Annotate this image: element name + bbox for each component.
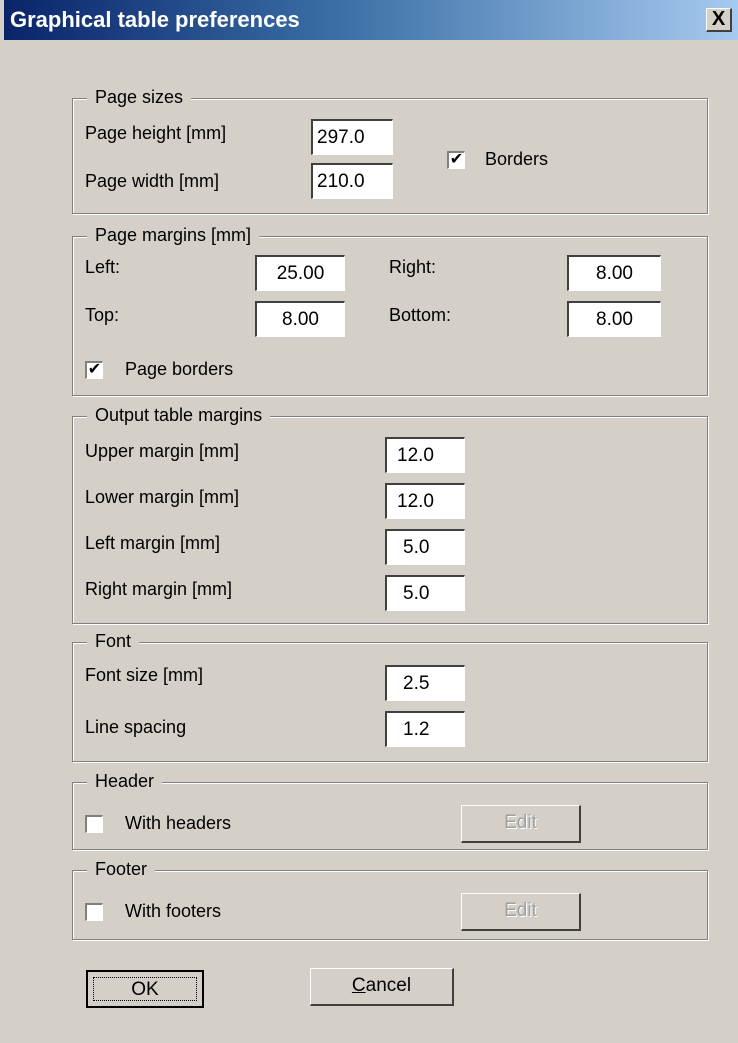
focus-rect: OK <box>93 977 197 1001</box>
font-group: Font Font size [mm] 2.5 Line spacing 1.2 <box>72 631 708 762</box>
footer-group: Footer With footers Edit <box>72 859 708 940</box>
page-sizes-group: Page sizes Page height [mm] 297.0 Page w… <box>72 87 708 214</box>
with-footers-checkbox[interactable] <box>85 903 103 921</box>
margin-left-label: Left: <box>85 257 121 277</box>
page-height-field[interactable]: 297.0 <box>311 119 393 155</box>
lower-margin-field[interactable]: 12.0 <box>385 483 465 519</box>
page-sizes-legend: Page sizes <box>87 87 192 108</box>
margin-top-label: Top: <box>85 305 120 325</box>
upper-margin-label: Upper margin [mm] <box>85 441 240 461</box>
page-borders-checkbox[interactable]: ✔ <box>85 361 103 379</box>
borders-checkbox[interactable]: ✔ <box>447 151 465 169</box>
with-headers-label: With headers <box>125 813 232 833</box>
output-table-margins-group: Output table margins Upper margin [mm] 1… <box>72 405 708 624</box>
footer-legend: Footer <box>87 859 156 880</box>
borders-label: Borders <box>485 149 549 169</box>
header-edit-button[interactable]: Edit <box>461 805 581 843</box>
left-margin-field[interactable]: 5.0 <box>385 529 465 565</box>
margin-bottom-label: Bottom: <box>389 305 452 325</box>
page-height-label: Page height [mm] <box>85 123 227 143</box>
page-margins-legend: Page margins [mm] <box>87 225 260 246</box>
cancel-mnemonic: C <box>351 975 366 996</box>
page-margins-group: Page margins [mm] Left: 25.00 Right: 8.0… <box>72 225 708 396</box>
close-icon: X <box>711 8 726 30</box>
with-headers-checkbox[interactable] <box>85 815 103 833</box>
page-borders-label: Page borders <box>125 359 234 379</box>
margin-top-field[interactable]: 8.00 <box>255 301 345 337</box>
page-width-label: Page width [mm] <box>85 171 220 191</box>
preferences-dialog: Graphical table preferences X Page sizes… <box>0 0 738 1043</box>
margin-left-field[interactable]: 25.00 <box>255 255 345 291</box>
checkmark-icon: ✔ <box>87 361 102 378</box>
font-size-label: Font size [mm] <box>85 665 204 685</box>
cancel-label: ancel <box>365 975 412 996</box>
footer-edit-button[interactable]: Edit <box>461 893 581 931</box>
margin-bottom-field[interactable]: 8.00 <box>567 301 661 337</box>
cancel-button[interactable]: Cancel <box>310 968 454 1006</box>
right-margin-field[interactable]: 5.0 <box>385 575 465 611</box>
title-bar[interactable]: Graphical table preferences X <box>4 0 738 40</box>
checkmark-icon: ✔ <box>449 151 464 168</box>
ok-button[interactable]: OK <box>86 970 204 1008</box>
right-margin-label: Right margin [mm] <box>85 579 233 599</box>
close-button[interactable]: X <box>706 8 732 32</box>
page-width-field[interactable]: 210.0 <box>311 163 393 199</box>
window-title: Graphical table preferences <box>10 7 300 32</box>
line-spacing-field[interactable]: 1.2 <box>385 711 465 747</box>
line-spacing-label: Line spacing <box>85 717 187 737</box>
font-size-field[interactable]: 2.5 <box>385 665 465 701</box>
font-legend: Font <box>87 631 140 652</box>
ok-label: OK <box>131 979 159 1000</box>
left-margin-label: Left margin [mm] <box>85 533 221 553</box>
margin-right-label: Right: <box>389 257 437 277</box>
upper-margin-field[interactable]: 12.0 <box>385 437 465 473</box>
output-table-margins-legend: Output table margins <box>87 405 271 426</box>
margin-right-field[interactable]: 8.00 <box>567 255 661 291</box>
with-footers-label: With footers <box>125 901 222 921</box>
header-legend: Header <box>87 771 163 792</box>
header-group: Header With headers Edit <box>72 771 708 850</box>
lower-margin-label: Lower margin [mm] <box>85 487 240 507</box>
